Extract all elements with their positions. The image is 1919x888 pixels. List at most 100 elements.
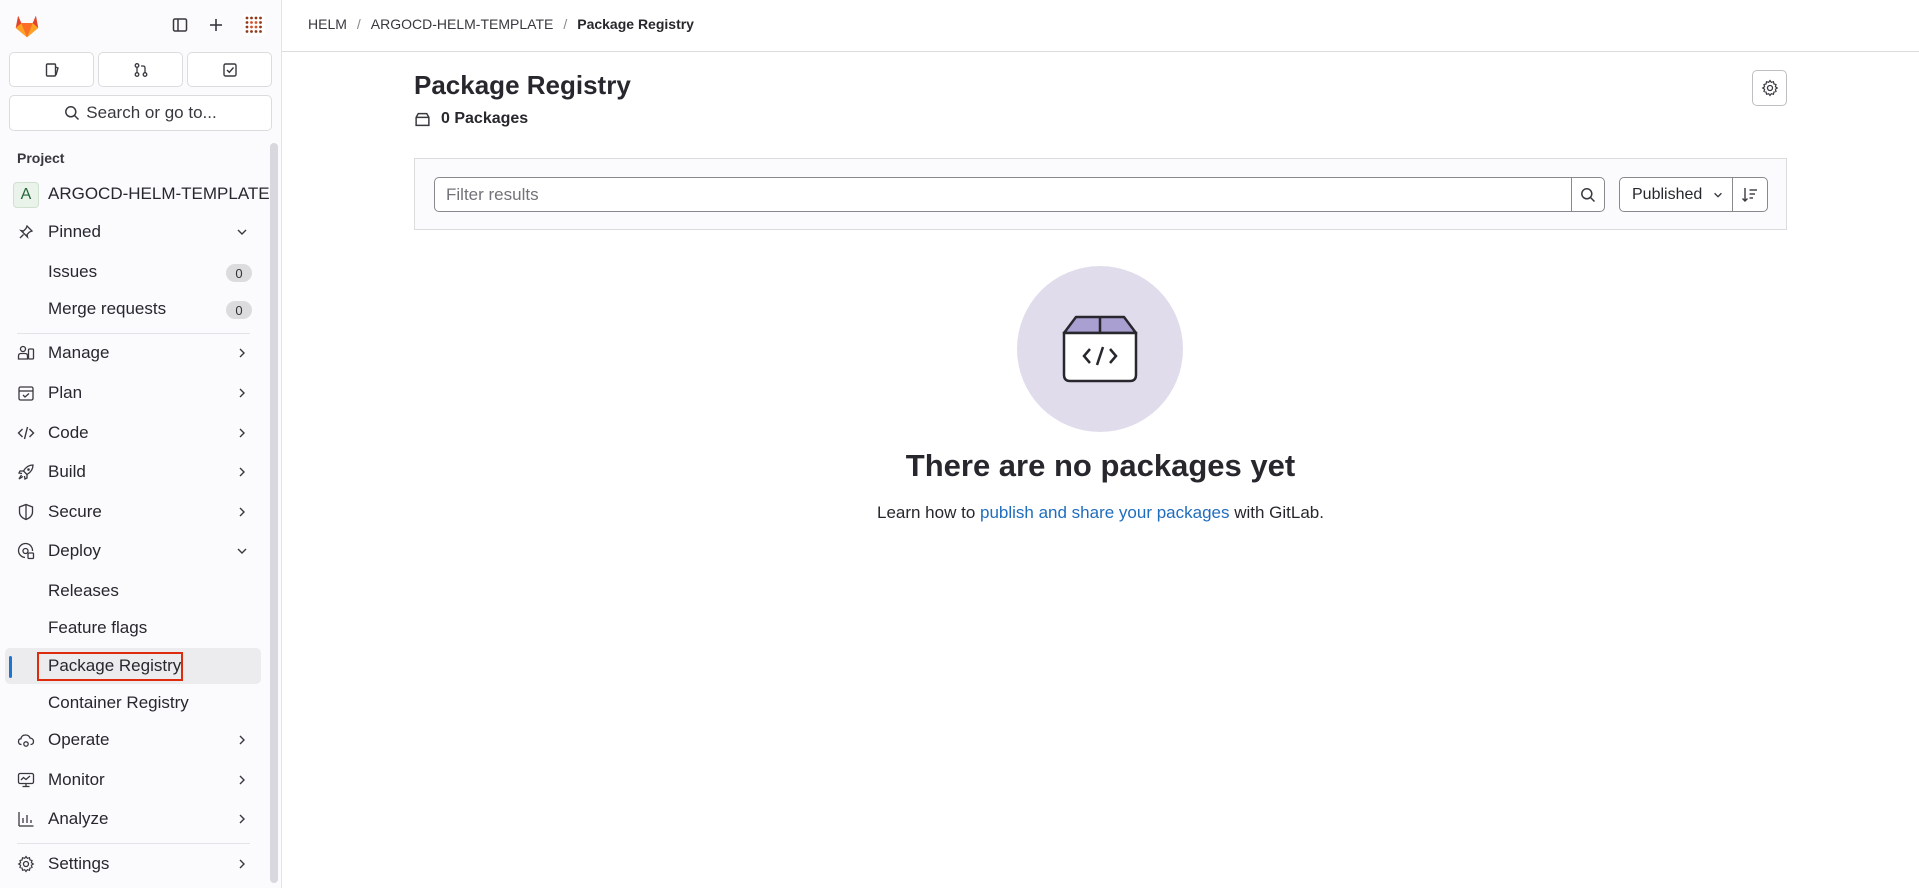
- package-count: 0 Packages: [414, 110, 528, 128]
- publish-docs-link[interactable]: publish and share your packages: [980, 503, 1230, 522]
- calendar-icon: [17, 384, 35, 402]
- chevron-right-icon: [239, 735, 245, 745]
- breadcrumb-separator: /: [563, 16, 568, 32]
- sidebar-item-plan[interactable]: Plan: [5, 375, 261, 411]
- sidebar-item-label: Build: [48, 462, 86, 481]
- sidebar-item-label: Operate: [48, 730, 110, 749]
- empty-desc-text: with GitLab.: [1229, 503, 1324, 522]
- quick-actions: [9, 52, 272, 87]
- monitor-icon: [17, 771, 35, 789]
- search-label: Search or go to...: [86, 103, 217, 122]
- project-name: ARGOCD-HELM-TEMPLATE: [48, 184, 270, 203]
- sidebar-item-secure[interactable]: Secure: [5, 494, 261, 530]
- sidebar-item-label: Manage: [48, 343, 110, 362]
- gear-icon: [1761, 79, 1778, 97]
- sort-direction-button[interactable]: [1732, 177, 1768, 212]
- assigned-issues-button[interactable]: [9, 52, 94, 87]
- chevron-right-icon: [239, 388, 245, 398]
- registry-settings-button[interactable]: [1752, 70, 1787, 106]
- divider: [17, 843, 250, 844]
- divider: [17, 333, 250, 334]
- sort-descending-icon: [1742, 187, 1757, 202]
- filter-input[interactable]: Filter results: [434, 177, 1572, 212]
- chevron-right-icon: [239, 814, 245, 824]
- merge-requests-button[interactable]: [98, 52, 183, 87]
- breadcrumb-separator: /: [356, 16, 361, 32]
- sidebar-item-label: Secure: [48, 502, 102, 521]
- merge-request-icon: [134, 62, 147, 77]
- sidebar-item-label: Settings: [48, 854, 110, 873]
- sidebar-item-issues[interactable]: Issues 0: [5, 254, 261, 290]
- search-button[interactable]: Search or go to...: [9, 95, 272, 131]
- count-badge: 0: [226, 264, 252, 282]
- sidebar-item-code[interactable]: Code: [5, 415, 261, 451]
- breadcrumb-item[interactable]: HELM: [308, 16, 347, 32]
- sort-dropdown[interactable]: Published: [1619, 177, 1733, 212]
- create-new-icon[interactable]: [203, 12, 229, 38]
- gitlab-logo-icon[interactable]: [12, 10, 42, 40]
- sidebar-item-deploy[interactable]: Deploy: [5, 533, 261, 569]
- section-title: Project: [17, 150, 65, 166]
- package-count-label: 0 Packages: [441, 110, 529, 127]
- users-icon: [17, 344, 35, 362]
- collapse-sidebar-icon[interactable]: [167, 12, 193, 38]
- shield-icon: [17, 503, 35, 521]
- sidebar-item-analyze[interactable]: Analyze: [5, 801, 261, 837]
- active-indicator: [9, 656, 12, 678]
- sidebar-item-label: Pinned: [48, 222, 101, 241]
- sidebar-item-manage[interactable]: Manage: [5, 335, 261, 371]
- search-icon: [1581, 187, 1596, 202]
- sidebar-item-releases[interactable]: Releases: [5, 573, 261, 609]
- sidebar-item-settings[interactable]: Settings: [5, 846, 261, 882]
- package-icon: [415, 112, 430, 126]
- sidebar-item-container-registry[interactable]: Container Registry: [5, 685, 261, 721]
- chevron-right-icon: [239, 507, 245, 517]
- sidebar-header: [0, 0, 282, 52]
- todo-icon: [222, 62, 237, 77]
- cloud-gear-icon: [17, 731, 35, 749]
- sidebar-item-merge-requests[interactable]: Merge requests 0: [5, 291, 261, 327]
- issues-icon: [45, 62, 59, 77]
- chevron-down-icon: [237, 548, 247, 554]
- user-avatar-icon[interactable]: [241, 12, 267, 38]
- sidebar-item-build[interactable]: Build: [5, 454, 261, 490]
- count-badge: 0: [226, 301, 252, 319]
- page-title: Package Registry: [414, 70, 631, 100]
- breadcrumb-item[interactable]: ARGOCD-HELM-TEMPLATE: [371, 16, 554, 32]
- empty-state-title: There are no packages yet: [905, 448, 1296, 483]
- sidebar-scrollbar[interactable]: [270, 143, 278, 883]
- breadcrumb-current[interactable]: Package Registry: [577, 16, 694, 32]
- top-bar: HELM / ARGOCD-HELM-TEMPLATE / Package Re…: [282, 0, 1919, 52]
- chart-icon: [17, 810, 35, 828]
- chevron-right-icon: [239, 428, 245, 438]
- empty-desc-text: Learn how to: [876, 503, 980, 522]
- sidebar-item-label: Plan: [48, 383, 83, 402]
- rocket-icon: [17, 463, 35, 481]
- sidebar-item-label: Analyze: [48, 809, 109, 828]
- sidebar-item-label: Code: [48, 423, 89, 442]
- chevron-right-icon: [239, 775, 245, 785]
- sidebar-item-feature-flags[interactable]: Feature flags: [5, 610, 261, 646]
- chevron-down-icon: [237, 229, 247, 235]
- sidebar-item-label: Deploy: [48, 541, 101, 560]
- sidebar-item-label: Releases: [48, 581, 119, 600]
- chevron-right-icon: [239, 859, 245, 869]
- search-icon: [65, 106, 80, 121]
- todo-list-button[interactable]: [187, 52, 272, 87]
- package-code-icon: [1062, 315, 1138, 383]
- sidebar-item-monitor[interactable]: Monitor: [5, 762, 261, 798]
- pin-icon: [17, 223, 35, 241]
- filter-bar: Filter results Published: [414, 158, 1787, 230]
- sidebar-item-label: Feature flags: [48, 618, 148, 637]
- chevron-down-icon: [1714, 192, 1723, 198]
- sidebar-item-label: Issues: [48, 262, 98, 281]
- breadcrumb: HELM / ARGOCD-HELM-TEMPLATE / Package Re…: [308, 16, 694, 32]
- sidebar-item-operate[interactable]: Operate: [5, 722, 261, 758]
- sidebar-item-project[interactable]: ARGOCD-HELM-TEMPLATE: [5, 176, 270, 212]
- gear-icon: [17, 855, 35, 873]
- filter-search-button[interactable]: [1571, 177, 1605, 212]
- sidebar-item-label: Container Registry: [48, 693, 189, 712]
- sidebar-item-pinned[interactable]: Pinned: [5, 214, 261, 250]
- sort-label: Published: [1632, 185, 1703, 203]
- sidebar: Search or go to... Project A ARGOCD-HELM…: [0, 0, 282, 888]
